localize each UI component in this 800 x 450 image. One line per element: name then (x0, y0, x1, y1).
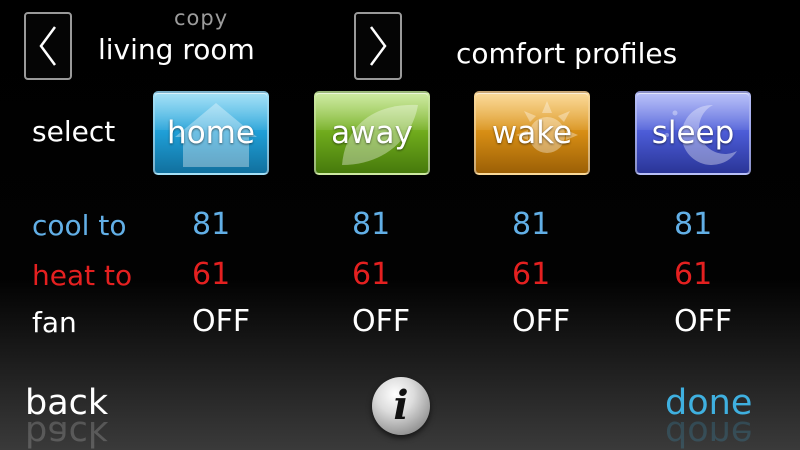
heat-to-label: heat to (32, 259, 133, 292)
room-name: living room (98, 33, 255, 66)
info-icon: i (393, 381, 409, 429)
away-fan-value[interactable]: OFF (352, 304, 410, 339)
fan-label: fan (32, 306, 77, 339)
cool-to-label: cool to (32, 209, 127, 242)
back-button[interactable]: back (25, 383, 108, 423)
select-label: select (32, 115, 116, 148)
back-reflection: back (25, 418, 109, 450)
sleep-heat-value[interactable]: 61 (674, 257, 712, 292)
wake-fan-value[interactable]: OFF (512, 304, 570, 339)
wake-cool-value[interactable]: 81 (512, 207, 550, 242)
profile-label: home (167, 115, 255, 151)
wake-heat-value[interactable]: 61 (512, 257, 550, 292)
home-cool-value[interactable]: 81 (192, 207, 230, 242)
done-reflection: done (665, 418, 753, 450)
profile-wake-button[interactable]: wake (474, 91, 590, 175)
profile-label: away (331, 115, 413, 151)
home-fan-value[interactable]: OFF (192, 304, 250, 339)
page-title: comfort profiles (456, 37, 678, 70)
away-heat-value[interactable]: 61 (352, 257, 390, 292)
away-cool-value[interactable]: 81 (352, 207, 390, 242)
sleep-fan-value[interactable]: OFF (674, 304, 732, 339)
info-button[interactable]: i (372, 377, 430, 435)
next-room-button[interactable] (354, 12, 402, 80)
profile-away-button[interactable]: away (314, 91, 430, 175)
chevron-right-icon (369, 26, 387, 66)
copy-label: copy (174, 6, 229, 30)
profile-sleep-button[interactable]: sleep (635, 91, 751, 175)
profile-label: sleep (651, 115, 735, 151)
profile-home-button[interactable]: home (153, 91, 269, 175)
previous-room-button[interactable] (24, 12, 72, 80)
sleep-cool-value[interactable]: 81 (674, 207, 712, 242)
home-heat-value[interactable]: 61 (192, 257, 230, 292)
done-button[interactable]: done (665, 383, 752, 423)
chevron-left-icon (39, 26, 57, 66)
profile-label: wake (491, 115, 573, 151)
